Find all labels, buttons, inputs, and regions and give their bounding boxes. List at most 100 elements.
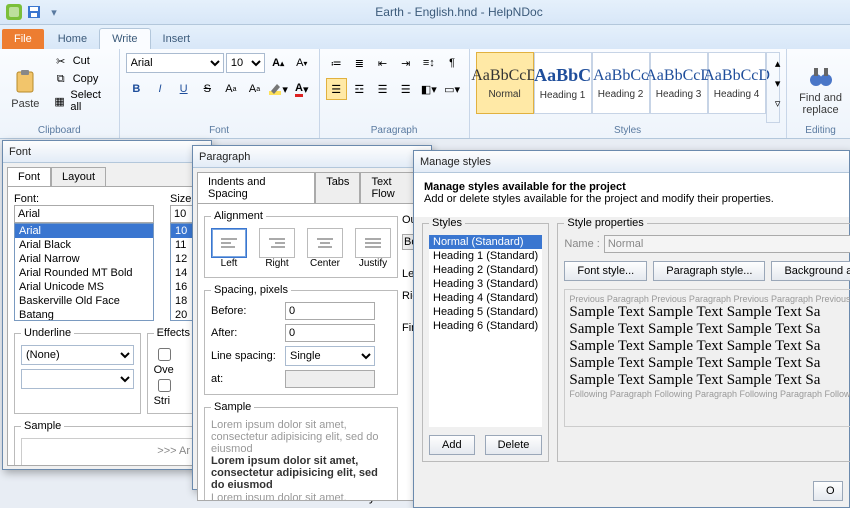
align-right-icon[interactable]: ☰ xyxy=(372,78,393,100)
linespacing-icon[interactable]: ≡↕ xyxy=(418,52,439,74)
after-input[interactable] xyxy=(285,324,375,342)
highlight-icon[interactable]: ▾ xyxy=(267,78,289,100)
group-label-styles: Styles xyxy=(476,123,780,138)
font-label: Font: xyxy=(14,193,39,205)
style-heading4[interactable]: AaBbCcDHeading 4 xyxy=(708,52,766,114)
title-bar: ▾ Earth - English.hnd - HelpNDoc xyxy=(0,0,850,25)
bold-icon[interactable]: B xyxy=(126,78,148,100)
numbering-icon[interactable]: ≣ xyxy=(349,52,370,74)
underline-combo[interactable]: (None) xyxy=(21,345,134,365)
manage-styles-title[interactable]: Manage styles xyxy=(414,151,849,173)
tab-home[interactable]: Home xyxy=(46,29,99,49)
paste-icon xyxy=(9,66,41,98)
list-item[interactable]: Heading 5 (Standard) xyxy=(429,305,542,319)
find-replace-button[interactable]: Find and replace xyxy=(793,52,849,123)
gallery-up-icon[interactable]: ▴ xyxy=(767,53,789,73)
manage-styles-dialog: Manage styles Manage styles available fo… xyxy=(413,150,850,508)
cut-button[interactable]: ✂Cut xyxy=(49,52,113,70)
list-item[interactable]: Heading 4 (Standard) xyxy=(429,291,542,305)
style-preview: Previous Paragraph Previous Paragraph Pr… xyxy=(564,289,850,427)
font-tab-layout[interactable]: Layout xyxy=(51,167,106,186)
border-icon[interactable]: ▭▾ xyxy=(441,78,462,100)
delete-style-button[interactable]: Delete xyxy=(485,435,543,455)
list-item[interactable]: Heading 2 (Standard) xyxy=(429,263,542,277)
list-item[interactable]: Arial Narrow xyxy=(15,252,153,266)
list-item[interactable]: Arial Rounded MT Bold xyxy=(15,266,153,280)
superscript-icon[interactable]: Aa xyxy=(244,78,266,100)
list-item[interactable]: Arial Unicode MS xyxy=(15,280,153,294)
paragraph-dialog-title[interactable]: Paragraph xyxy=(193,146,431,168)
indent-icon[interactable]: ⇥ xyxy=(395,52,416,74)
tab-insert[interactable]: Insert xyxy=(151,29,203,49)
list-item[interactable]: Heading 6 (Standard) xyxy=(429,319,542,333)
paste-button[interactable]: Paste xyxy=(6,52,45,123)
style-name-input xyxy=(604,235,850,253)
style-heading2[interactable]: AaBbCcHeading 2 xyxy=(592,52,650,114)
mgr-style-list[interactable]: Normal (Standard) Heading 1 (Standard) H… xyxy=(429,235,542,427)
font-tab-font[interactable]: Font xyxy=(7,167,51,186)
align-right-button[interactable] xyxy=(259,228,295,258)
pilcrow-icon[interactable]: ¶ xyxy=(441,52,462,74)
copy-button[interactable]: ⧉Copy xyxy=(49,70,113,88)
effect-strike[interactable]: Stri xyxy=(154,383,174,407)
align-left-icon[interactable]: ☰ xyxy=(326,78,347,100)
bullets-icon[interactable]: ≔ xyxy=(326,52,347,74)
before-input[interactable] xyxy=(285,302,375,320)
save-icon[interactable] xyxy=(26,4,42,20)
effect-overline[interactable]: Ove xyxy=(154,352,174,376)
grow-font-icon[interactable]: A▴ xyxy=(267,52,289,74)
style-heading1[interactable]: AaBbCHeading 1 xyxy=(534,52,592,114)
align-center-icon[interactable]: ☲ xyxy=(349,78,370,100)
tab-write[interactable]: Write xyxy=(99,28,150,49)
subscript-icon[interactable]: Aa xyxy=(220,78,242,100)
bg-style-button[interactable]: Background an xyxy=(771,261,850,281)
shading-icon[interactable]: ◧▾ xyxy=(418,78,439,100)
strike-icon[interactable]: S xyxy=(196,78,218,100)
font-style-button[interactable]: Font style... xyxy=(564,261,647,281)
underline-icon[interactable]: U xyxy=(173,78,195,100)
list-item[interactable]: Heading 3 (Standard) xyxy=(429,277,542,291)
selectall-button[interactable]: ▦Select all xyxy=(49,88,113,114)
font-name-combo[interactable]: Arial xyxy=(126,53,224,73)
gallery-down-icon[interactable]: ▾ xyxy=(767,73,789,93)
add-style-button[interactable]: Add xyxy=(429,435,475,455)
group-label-font: Font xyxy=(126,123,313,138)
shrink-font-icon[interactable]: A▾ xyxy=(291,52,313,74)
para-tab-indents[interactable]: Indents and Spacing xyxy=(197,172,315,203)
linespacing-combo[interactable]: Single xyxy=(285,346,375,366)
alignment-legend: Alignment xyxy=(211,210,266,222)
ok-button[interactable]: O xyxy=(813,481,843,501)
font-name-input[interactable] xyxy=(14,205,154,223)
tab-file[interactable]: File xyxy=(2,29,44,49)
align-left-button[interactable] xyxy=(211,228,247,258)
style-heading3[interactable]: AaBbCcDHeading 3 xyxy=(650,52,708,114)
align-center-button[interactable] xyxy=(307,228,343,258)
list-item[interactable]: Normal (Standard) xyxy=(429,235,542,249)
font-dialog-title[interactable]: Font xyxy=(3,141,211,163)
para-style-button[interactable]: Paragraph style... xyxy=(653,261,765,281)
at-input xyxy=(285,370,375,388)
dropdown-icon[interactable]: ▾ xyxy=(46,4,62,20)
style-normal[interactable]: AaBbCcDNormal xyxy=(476,52,534,114)
font-color-icon[interactable]: A▾ xyxy=(291,78,313,100)
para-sample: Lorem ipsum dolor sit amet, consectetur … xyxy=(211,419,391,501)
list-item[interactable]: Arial xyxy=(15,224,153,238)
para-tab-tabs[interactable]: Tabs xyxy=(315,172,360,203)
outdent-icon[interactable]: ⇤ xyxy=(372,52,393,74)
cut-icon: ✂ xyxy=(53,53,69,69)
align-justify-icon[interactable]: ☰ xyxy=(395,78,416,100)
group-label-editing: Editing xyxy=(793,123,849,138)
list-item[interactable]: Arial Black xyxy=(15,238,153,252)
size-label: Size xyxy=(170,193,191,205)
para-sample-legend: Sample xyxy=(211,401,254,413)
font-dialog: Font Font Layout Font: Arial Arial Black… xyxy=(2,140,212,470)
italic-icon[interactable]: I xyxy=(149,78,171,100)
font-size-combo[interactable]: 10 xyxy=(226,53,265,73)
list-item[interactable]: Baskerville Old Face xyxy=(15,294,153,308)
list-item[interactable]: Heading 1 (Standard) xyxy=(429,249,542,263)
font-list[interactable]: Arial Arial Black Arial Narrow Arial Rou… xyxy=(14,223,154,321)
list-item[interactable]: Batang xyxy=(15,308,153,321)
underline-color-combo[interactable] xyxy=(21,369,134,389)
gallery-more-icon[interactable]: ▿ xyxy=(767,93,789,113)
align-justify-button[interactable] xyxy=(355,228,391,258)
